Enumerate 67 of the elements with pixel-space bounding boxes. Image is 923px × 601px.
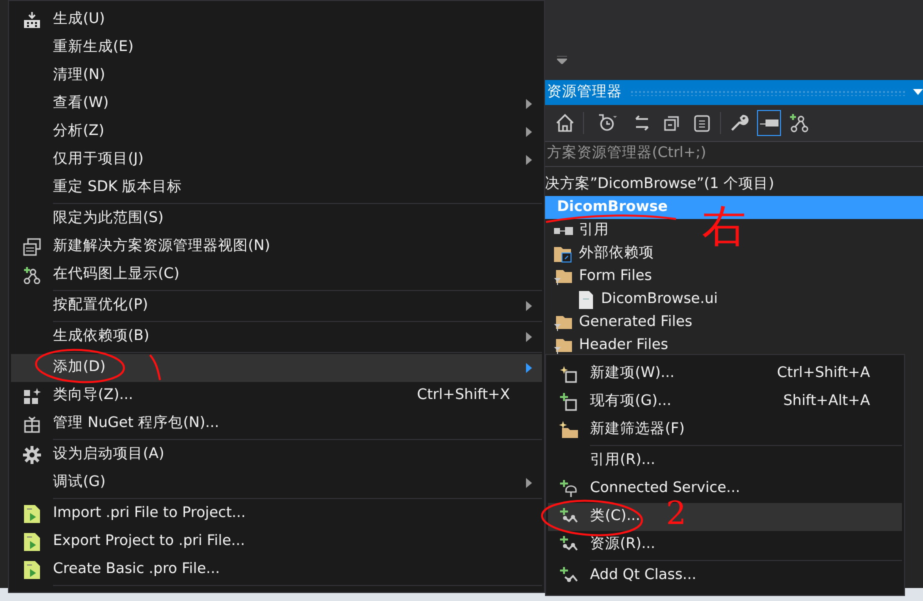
shortcut-label: Ctrl+Shift+X: [417, 386, 511, 406]
tree-item[interactable]: Header Files: [545, 334, 668, 357]
menu-item[interactable]: 清理(N): [11, 62, 542, 90]
menu-item[interactable]: 新建项(W)... Ctrl+Shift+A: [548, 360, 902, 388]
graph-plus-icon: [23, 266, 41, 284]
search-field[interactable]: 方案资源管理器(Ctrl+;): [545, 143, 923, 165]
menu-item[interactable]: 管理 NuGet 程序包(N)...: [11, 410, 542, 438]
menu-item[interactable]: 分析(Z): [11, 118, 542, 146]
menu-item[interactable]: 类向导(Z)... Ctrl+Shift+X: [11, 382, 542, 410]
add-item-icon: [560, 393, 578, 411]
tree-item[interactable]: 引用: [545, 219, 609, 242]
menu-item[interactable]: Add Qt Class...: [548, 562, 902, 590]
shortcut-label: Shift+Alt+A: [783, 392, 871, 412]
dropdown-icon: [913, 88, 923, 95]
annotation-stroke: [149, 354, 161, 380]
menu-item[interactable]: 资源(R)...: [548, 531, 902, 559]
menu-item[interactable]: 重定 SDK 版本目标: [11, 174, 542, 202]
history-icon: [597, 113, 617, 133]
gear-icon: [23, 446, 41, 464]
plug-plus-icon: [560, 480, 578, 498]
home-icon: [555, 113, 575, 133]
windows-icon: [23, 238, 41, 256]
folder-filter-icon: [553, 314, 573, 332]
build-icon: [23, 11, 41, 29]
pin-button[interactable]: [757, 110, 781, 136]
new-folder-icon: [559, 421, 579, 439]
new-file-icon: [22, 560, 42, 580]
panel-title: 资源管理器: [547, 82, 622, 102]
file-icon: [577, 290, 595, 310]
tree-item[interactable]: 外部依赖项: [545, 242, 654, 265]
menu-item[interactable]: Export Project to .pri File...: [11, 528, 542, 556]
menu-item[interactable]: 引用(R)...: [548, 447, 902, 475]
gift-icon: [23, 415, 41, 433]
menu-item[interactable]: 在代码图上显示(C): [11, 261, 542, 289]
menu-item[interactable]: 现有项(G)... Shift+Alt+A: [548, 388, 902, 416]
menu-item[interactable]: 按配置优化(P): [11, 292, 542, 320]
menu-item[interactable]: 限定为此范围(S): [11, 205, 542, 233]
pin-icon: [759, 119, 779, 127]
tree-item[interactable]: Generated Files: [545, 311, 692, 334]
menu-item[interactable]: 新建筛选器(F): [548, 416, 902, 444]
folder-filter-icon: [553, 268, 573, 286]
pages-icon: [692, 113, 712, 133]
new-item-icon: [560, 365, 578, 383]
tree-item[interactable]: 决方案”DicomBrowse”(1 个项目): [545, 173, 774, 196]
class-grid-icon: [23, 387, 41, 405]
graph-plus-icon: [789, 113, 809, 133]
menu-item[interactable]: 添加(D): [11, 354, 542, 382]
menu-item[interactable]: 新建解决方案资源管理器视图(N): [11, 233, 542, 261]
menu-item[interactable]: 查看(W): [11, 90, 542, 118]
menu-item[interactable]: 设为启动项目(A): [11, 441, 542, 469]
menu-item[interactable]: Import .pri File to Project...: [11, 500, 542, 528]
folder-filter-icon: [553, 336, 573, 354]
export-file-icon: [22, 532, 42, 552]
tree-item[interactable]: DicomBrowse.ui: [545, 288, 718, 311]
tree-item[interactable]: Form Files: [545, 265, 652, 288]
dropdown-icon: [557, 56, 567, 64]
menu-item[interactable]: 生成(U): [11, 6, 542, 34]
menu-item[interactable]: 调试(G): [11, 469, 542, 497]
menu-item[interactable]: 重新生成(E): [11, 34, 542, 62]
wrench-icon: [729, 113, 749, 133]
class-add-icon: [560, 567, 578, 585]
menu-item[interactable]: Create Basic .pro File...: [11, 556, 542, 584]
menu-item[interactable]: 仅用于项目(J): [11, 146, 542, 174]
folder-link-icon: [553, 244, 573, 262]
import-file-icon: [22, 504, 42, 524]
menu-item[interactable]: 生成依赖项(B): [11, 323, 542, 351]
shortcut-label: Ctrl+Shift+A: [777, 364, 871, 384]
